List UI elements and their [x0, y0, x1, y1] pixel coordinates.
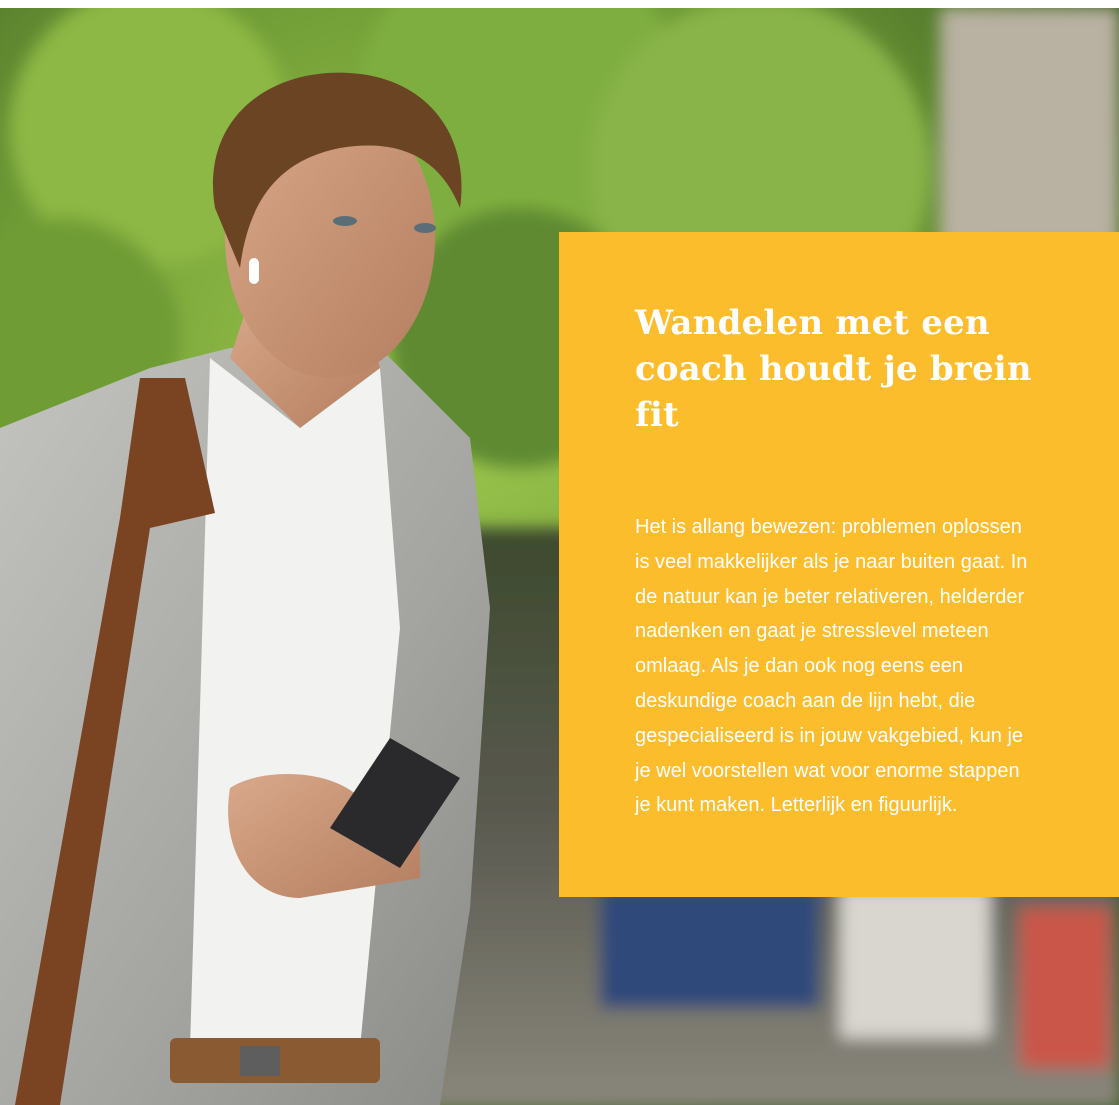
card-title: Wandelen met een coach houdt je brein fi… [635, 303, 1032, 435]
hero-photo: Wandelen met een coach houdt je brein fi… [0, 8, 1119, 1105]
info-card: Wandelen met een coach houdt je brein fi… [559, 232, 1119, 897]
card-body: Het is allang bewezen: problemen oplosse… [635, 516, 1028, 817]
